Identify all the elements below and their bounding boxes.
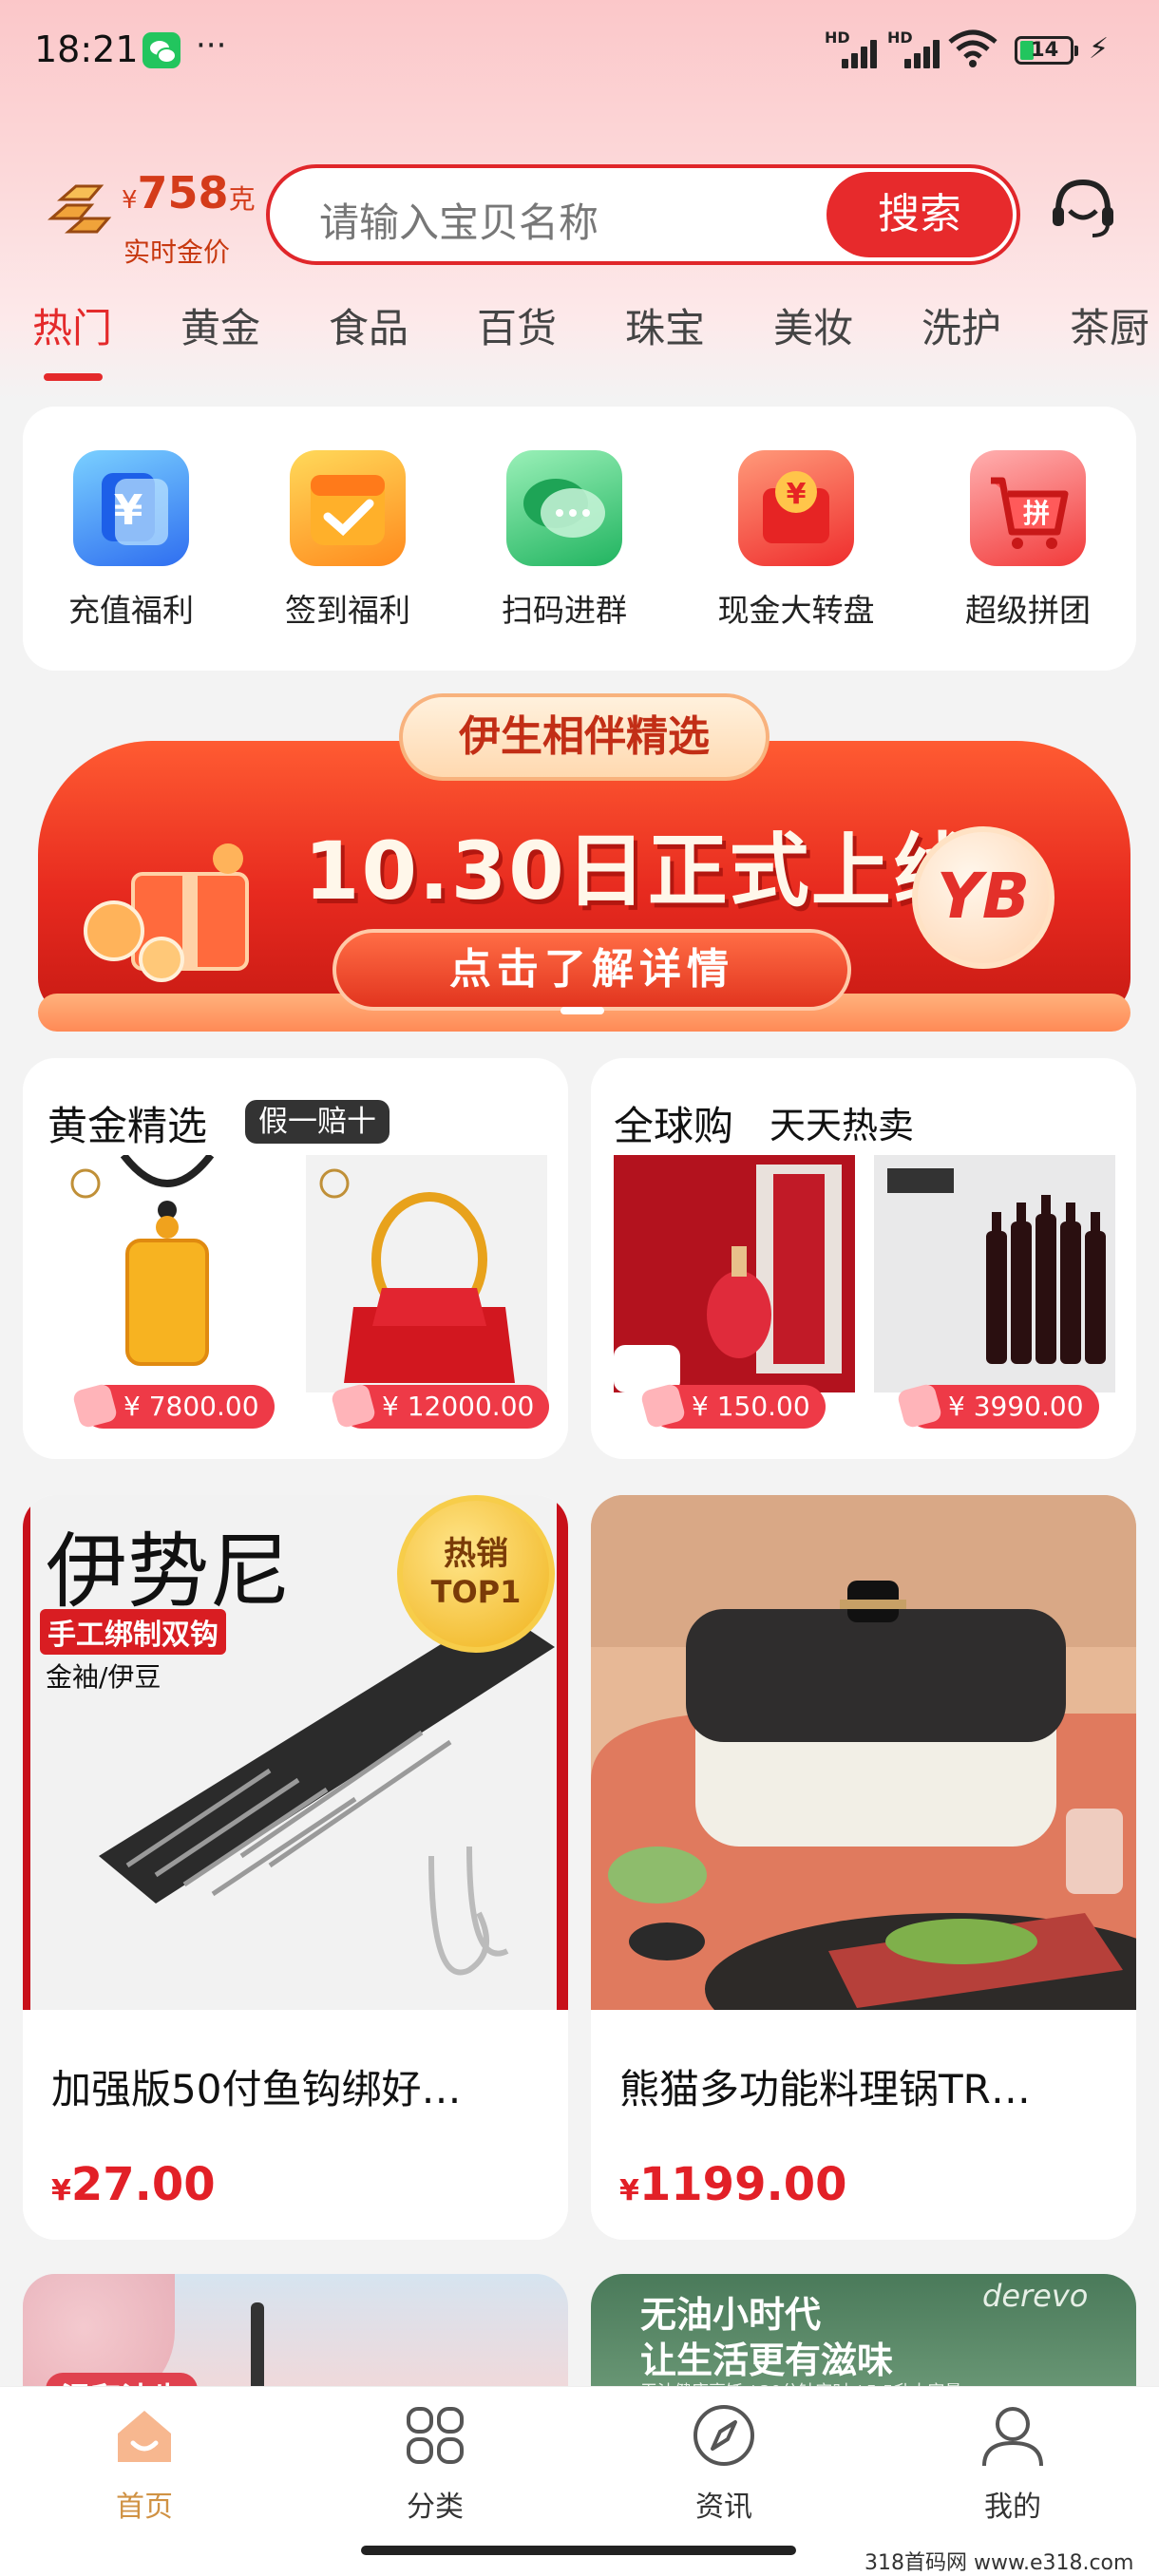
svg-text:拼: 拼 <box>1023 498 1050 529</box>
watermark: 318首码网 www.e318.com <box>864 2551 1134 2575</box>
product-title[interactable]: 熊猫多功能料理锅TR… <box>619 2057 1031 2115</box>
fishhook-tag: 手工绑制双钩 <box>40 1609 226 1655</box>
compass-icon <box>690 2401 758 2470</box>
product-card-fishhook[interactable]: 伊势尼 手工绑制双钩 金袖/伊豆 热销 TOP1 <box>23 1495 568 2240</box>
red-wine-set-image[interactable] <box>874 1155 1115 1392</box>
multi-cooker-product-image <box>591 1495 1136 2065</box>
price-tag: ¥ 150.00 <box>650 1385 826 1429</box>
derevo-brand: derevo <box>982 2278 1089 2314</box>
nav-profile[interactable]: 我的 <box>918 2401 1108 2525</box>
nav-label: 资讯 <box>695 2491 752 2524</box>
quick-action-label: 签到福利 <box>285 592 410 629</box>
quick-action-label: 现金大转盘 <box>717 592 875 629</box>
skincare-product-image[interactable] <box>614 1155 855 1392</box>
gold-price-label: 实时金价 <box>124 237 231 268</box>
status-time: 18:21 <box>34 28 139 70</box>
price-tag: ¥ 12000.00 <box>340 1385 550 1429</box>
more-notifications-icon: ··· <box>196 27 227 65</box>
quick-action-group-buy[interactable]: 拼 超级拼团 <box>914 450 1142 631</box>
active-tab-indicator <box>44 373 103 381</box>
nav-label: 分类 <box>407 2491 464 2524</box>
svg-text:¥: ¥ <box>787 478 807 511</box>
gold-bangle-image[interactable] <box>306 1155 547 1392</box>
product-card-cooker[interactable] <box>591 1495 1136 2240</box>
product-price: ¥27.00 <box>51 2158 216 2211</box>
gold-bars-icon <box>48 184 112 234</box>
nav-label: 我的 <box>984 2491 1041 2524</box>
fishhook-brand: 伊势尼 <box>46 1525 291 1619</box>
red-envelope-icon: ¥ <box>738 450 854 566</box>
tab-hot[interactable]: 热门 <box>32 296 112 354</box>
svg-text:¥: ¥ <box>114 486 143 535</box>
gold-picks-title: 黄金精选 <box>48 1103 208 1149</box>
wallet-yuan-icon: ¥ <box>73 450 189 566</box>
home-indicator-bar[interactable] <box>361 2546 796 2555</box>
battery-icon: 14 <box>1015 36 1078 65</box>
air-fryer-headline: 无油小时代 <box>640 2294 822 2336</box>
price-tag: ¥ 3990.00 <box>906 1385 1099 1429</box>
banner-caption: 伊生相伴精选 <box>399 693 770 781</box>
chat-bubbles-icon <box>506 450 622 566</box>
fishhook-variant: 金袖/伊豆 <box>46 1661 162 1693</box>
nav-categories[interactable]: 分类 <box>340 2401 530 2525</box>
signal-strength-icon: HD <box>825 28 878 68</box>
tab-general-goods[interactable]: 百货 <box>477 296 557 354</box>
global-buy-subtitle: 天天热卖 <box>770 1105 915 1146</box>
banner-page-indicator <box>560 1007 604 1014</box>
fake-one-pay-ten-badge: 假一赔十 <box>245 1100 390 1144</box>
gold-pendant-image[interactable] <box>48 1155 289 1392</box>
banner-learn-more-button[interactable]: 点击了解详情 <box>332 929 851 1011</box>
yb-brand-logo: YB <box>912 826 1054 969</box>
nav-news[interactable]: 资讯 <box>629 2401 819 2525</box>
air-fryer-subhead: 让生活更有滋味 <box>640 2339 894 2381</box>
price-tag: ¥ 7800.00 <box>82 1385 275 1429</box>
quick-action-cash-wheel[interactable]: ¥ 现金大转盘 <box>682 450 910 631</box>
banner-headline: 10.30日正式上线 <box>304 824 975 918</box>
quick-action-join-group[interactable]: 扫码进群 <box>450 450 678 631</box>
customer-service-icon[interactable] <box>1045 171 1121 247</box>
nav-home[interactable]: 首页 <box>49 2401 239 2525</box>
charging-icon: ⚡ <box>1089 32 1110 66</box>
tab-food[interactable]: 食品 <box>329 296 408 354</box>
quick-action-checkin[interactable]: 签到福利 <box>234 450 462 631</box>
tab-personal-care[interactable]: 洗护 <box>922 296 1001 354</box>
product-price: ¥1199.00 <box>619 2158 847 2211</box>
group-buy-cart-icon: 拼 <box>970 450 1086 566</box>
tab-tea-kitchen[interactable]: 茶厨 <box>1070 296 1150 354</box>
nav-label: 首页 <box>116 2491 173 2524</box>
gold-price-value: ¥758克 <box>122 167 256 218</box>
grid-category-icon <box>401 2401 469 2470</box>
home-icon <box>110 2401 179 2470</box>
tab-gold[interactable]: 黄金 <box>180 296 260 354</box>
hot-top1-badge: 热销 TOP1 <box>397 1495 555 1653</box>
tab-beauty[interactable]: 美妆 <box>773 296 853 354</box>
product-title[interactable]: 加强版50付鱼钩绑好… <box>51 2057 461 2115</box>
user-icon <box>978 2401 1047 2470</box>
wifi-icon <box>948 29 998 67</box>
signal-strength-icon-2: HD <box>887 28 940 68</box>
search-button[interactable]: 搜索 <box>826 172 1013 257</box>
search-bar[interactable]: 请输入宝贝名称 搜索 <box>266 164 1020 265</box>
search-input[interactable]: 请输入宝贝名称 <box>319 191 598 249</box>
quick-action-label: 超级拼团 <box>965 592 1091 629</box>
tab-jewelry[interactable]: 珠宝 <box>625 296 705 354</box>
quick-action-label: 充值福利 <box>68 592 194 629</box>
status-bar: 18:21 ··· HD HD 14 ⚡ <box>0 0 1159 104</box>
quick-action-label: 扫码进群 <box>502 592 627 629</box>
wechat-notification-icon <box>142 32 180 68</box>
global-buy-title: 全球购 <box>614 1103 734 1149</box>
calendar-check-icon <box>290 450 406 566</box>
quick-action-recharge[interactable]: ¥ 充值福利 <box>17 450 245 631</box>
gift-box-image <box>84 843 249 982</box>
